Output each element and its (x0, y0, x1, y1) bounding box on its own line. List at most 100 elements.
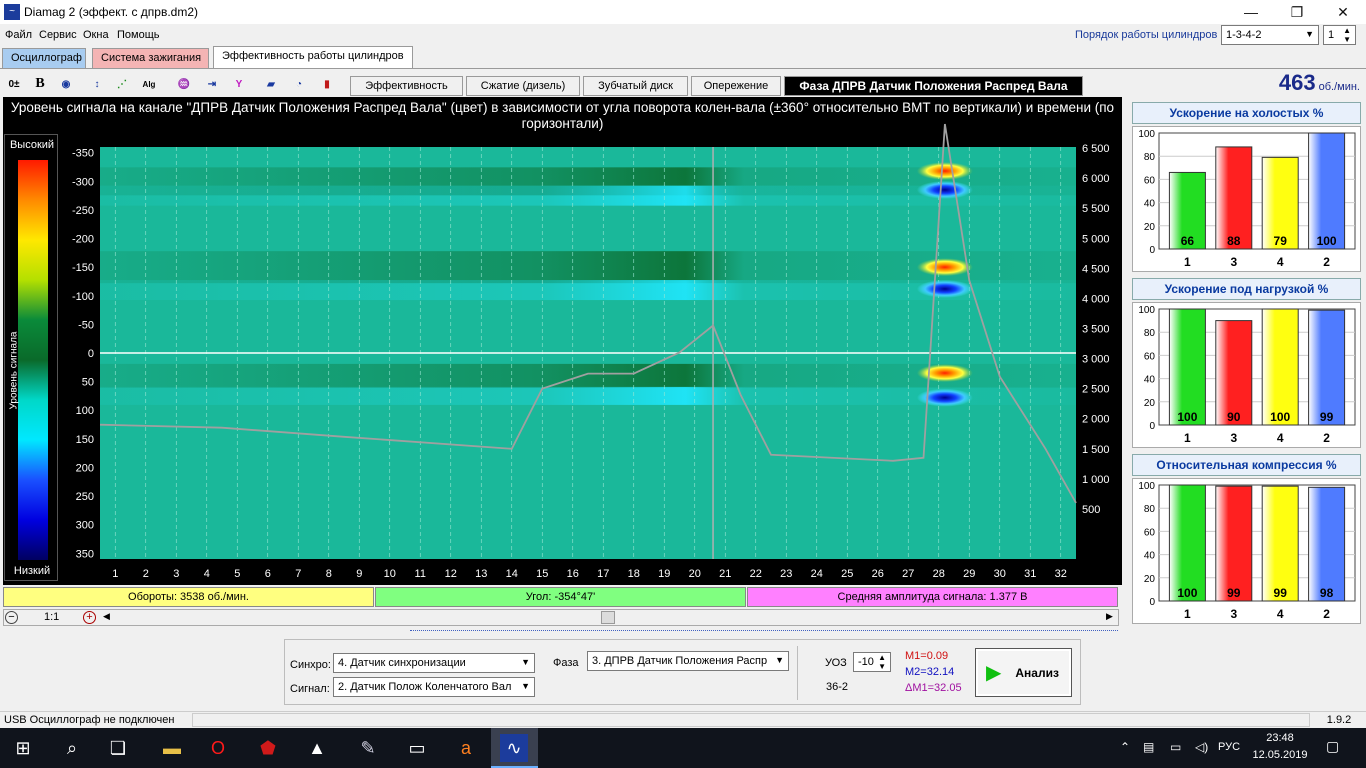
scroll-right-icon[interactable]: ▶ (1106, 611, 1113, 622)
tray-monitor-icon[interactable]: ▭ (1170, 740, 1181, 754)
subtab-advance[interactable]: Опережение (691, 76, 781, 96)
search-icon[interactable]: ⌕ (57, 733, 87, 763)
shield-app-icon[interactable]: ⬟ (253, 733, 283, 763)
scroll-thumb[interactable] (601, 611, 615, 624)
subtab-compression[interactable]: Сжатие (дизель) (466, 76, 580, 96)
tab-oscilloscope[interactable]: Осциллограф (2, 48, 86, 68)
zoom-in-button[interactable]: + (83, 611, 96, 624)
task-view-icon[interactable]: ❏ (103, 733, 133, 763)
y-tick-label: 40 (1144, 375, 1156, 386)
x-tick-label: 30 (994, 568, 1006, 580)
opera-icon[interactable]: O (203, 733, 233, 763)
minimize-button[interactable]: — (1228, 0, 1274, 24)
tray-volume-icon[interactable]: ◁) (1195, 740, 1208, 754)
tab-cylinder-efficiency[interactable]: Эффективность работы цилиндров (213, 46, 413, 68)
tray-date[interactable]: 12.05.2019 (1250, 749, 1310, 761)
splitter[interactable] (410, 630, 1118, 635)
bar (1215, 485, 1253, 602)
bar-value-label: 90 (1227, 410, 1241, 424)
y-tick-label: 60 (1144, 351, 1156, 362)
bold-icon[interactable]: B (31, 74, 49, 94)
zoom-out-button[interactable]: − (5, 611, 18, 624)
bar-value-label: 99 (1227, 586, 1241, 600)
cylinder-count-select[interactable]: 1 ▲ ▼ (1323, 25, 1356, 45)
rpm-tick-label: 5 000 (1082, 233, 1110, 245)
rpm-icon[interactable]: ◉ (57, 74, 75, 94)
heatmap-area[interactable]: 1 2 3 4 5 6 7 8 9 10 11 12 13 14 15 16 17 18 19 20 21 22 23 24 2… (72, 123, 1110, 580)
bar-value-label: 100 (1177, 410, 1197, 424)
subtab-camshaft-phase[interactable]: Фаза ДПРВ Датчик Положения Распред Вала (784, 76, 1083, 96)
alg-icon[interactable]: Alg (140, 74, 158, 94)
paint-icon[interactable]: ✎ (353, 733, 383, 763)
time-scrollbar[interactable]: − 1:1 + ◀ ▶ (3, 609, 1119, 626)
x-tick-label: 1 (112, 568, 118, 580)
controls-frame: Синхро: 4. Датчик синхронизации ▼ Сигнал:… (284, 639, 1081, 705)
cars-icon[interactable]: ▰ (262, 74, 280, 94)
x-tick-label: 5 (234, 568, 240, 580)
scale-icon[interactable]: ↕ (88, 74, 106, 94)
x-tick-label: 11 (415, 568, 426, 580)
filter-icon[interactable]: ♒ (175, 74, 193, 94)
offset-icon[interactable]: 0± (5, 74, 23, 94)
marker-m1: M1=0.09 (905, 650, 949, 662)
y-tick-label: 150 (76, 434, 94, 446)
bar-value-label: 66 (1181, 234, 1195, 248)
tray-time[interactable]: 23:48 (1250, 732, 1310, 744)
subtab-tooth-disc[interactable]: Зубчатый диск (583, 76, 688, 96)
phase-select[interactable]: 3. ДПРВ Датчик Положения Распр ▼ (587, 651, 789, 671)
signal-select[interactable]: 2. Датчик Полож Коленчатого Вал ▼ (333, 677, 535, 697)
hot-spot (916, 258, 973, 277)
file-explorer-icon[interactable]: ▬ (157, 733, 187, 763)
panel-title-load-accel: Ускорение под нагрузкой % (1132, 278, 1361, 300)
y-tick-label: 60 (1144, 527, 1156, 538)
tray-network-icon[interactable]: ▤ (1143, 740, 1154, 754)
menu-file[interactable]: Файл (5, 29, 32, 41)
rpm-tick-label: 3 000 (1082, 354, 1110, 366)
notification-icon[interactable]: ▢ (1326, 738, 1339, 755)
cylinder-label: 2 (1323, 255, 1330, 269)
menu-windows[interactable]: Окна (83, 29, 109, 41)
firing-order-select[interactable]: 1-3-4-2 ▼ (1221, 25, 1319, 45)
tab-divider (0, 68, 1366, 69)
y-tick-label: 60 (1144, 175, 1156, 186)
cold-spot (916, 180, 973, 199)
scroll-left-icon[interactable]: ◀ (103, 611, 110, 622)
cylinder-label: 3 (1230, 607, 1237, 621)
rpm-value: 463 (1278, 70, 1316, 95)
close-button[interactable]: ✕ (1320, 0, 1366, 24)
info-angle: Угол: -354°47' (375, 587, 746, 607)
bar-value-label: 100 (1177, 586, 1197, 600)
x-tick-label: 13 (475, 568, 487, 580)
line-icon[interactable]: ⋰ (113, 74, 131, 94)
sync-select[interactable]: 4. Датчик синхронизации ▼ (333, 653, 535, 673)
uoz-stepper[interactable]: -10 ▲ ▼ (853, 652, 891, 672)
title-bar: ~ Diamag 2 (эффект. с дпрв.dm2) — ❐ ✕ (0, 0, 1366, 24)
cylinder-label: 1 (1184, 431, 1191, 445)
x-tick-label: 2 (143, 568, 149, 580)
report-icon[interactable]: ▮ (318, 74, 336, 94)
windows-start-icon[interactable]: ⊞ (8, 733, 38, 763)
rpm-tick-label: 1 500 (1082, 444, 1110, 456)
marker-icon[interactable]: Y (230, 74, 248, 94)
tray-lang[interactable]: РУС (1218, 741, 1240, 753)
status-progress (192, 713, 1310, 727)
x-tick-label: 6 (265, 568, 271, 580)
drive-icon[interactable]: ▭ (402, 733, 432, 763)
maximize-button[interactable]: ❐ (1274, 0, 1320, 24)
tab-ignition[interactable]: Система зажигания (92, 48, 209, 68)
gauge-icon[interactable]: ◔ (290, 74, 308, 94)
menu-help[interactable]: Помощь (117, 29, 160, 41)
numbers-icon[interactable]: ⇥ (203, 74, 221, 94)
diamag-icon[interactable]: ∿ (500, 734, 528, 762)
y-tick-label: 100 (1138, 481, 1155, 492)
analyze-button[interactable]: ▶ Анализ (975, 648, 1072, 697)
marker-delta: ΔM1=32.05 (905, 682, 962, 694)
avast-icon[interactable]: a (451, 733, 481, 763)
panel-load-accel: 100 80 60 40 20 0 100 1 90 3 100 4 99 2 (1132, 302, 1361, 448)
photos-icon[interactable]: ▲ (302, 733, 332, 763)
tray-chevron-icon[interactable]: ⌃ (1120, 740, 1130, 754)
firing-order-label: Порядок работы цилиндров (1075, 29, 1218, 41)
y-tick-label: 40 (1144, 199, 1156, 210)
menu-service[interactable]: Сервис (39, 29, 77, 41)
subtab-efficiency[interactable]: Эффективность (350, 76, 463, 96)
